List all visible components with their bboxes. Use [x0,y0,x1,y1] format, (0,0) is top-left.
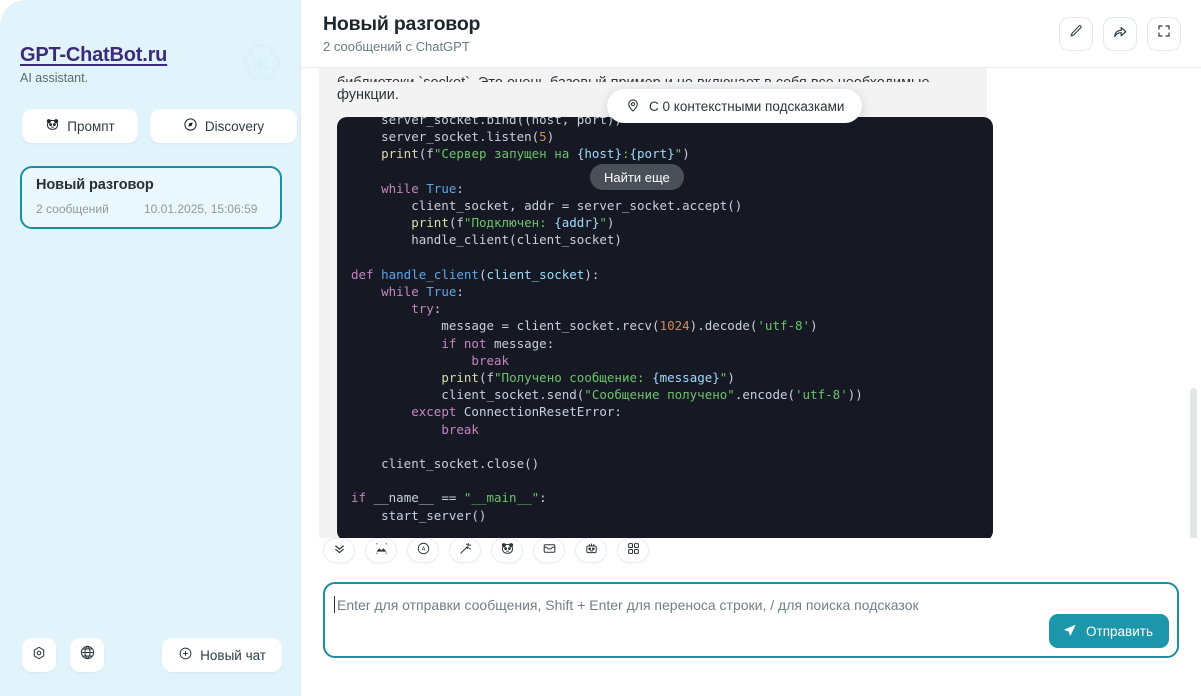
sidebar-item-prompt-label: Промпт [67,118,115,134]
find-more-tooltip[interactable]: Найти еще [590,164,684,190]
new-chat-button[interactable]: Новый чат [162,638,282,672]
robot-icon [584,541,599,561]
text-caret [334,596,335,613]
page-subtitle: 2 сообщений с ChatGPT [323,39,470,54]
prompt-button[interactable] [491,538,523,563]
apps-button[interactable] [617,538,649,563]
context-hints-pill[interactable]: С 0 контекстными подсказками [607,89,863,123]
fullscreen-button[interactable] [1147,16,1181,51]
message-truncated-line: библиотеки `socket`. Это очень базовый п… [337,70,969,82]
message-input-placeholder[interactable]: Enter для отправки сообщения, Shift + En… [337,597,919,613]
conversation-timestamp: 10.01.2025, 15:06:59 [144,202,258,216]
assistant-message: библиотеки `socket`. Это очень базовый п… [319,68,993,538]
message-input-wrapper[interactable]: Enter для отправки сообщения, Shift + En… [323,582,1179,658]
globe-icon [79,644,96,666]
sidebar: GPT-ChatBot.ru AI assistant. Промпт Disc… [0,0,301,696]
panda-face-icon [500,541,515,561]
main-panel: Новый разговор 2 сообщений с ChatGPT фун… [301,0,1201,696]
header: Новый разговор 2 сообщений с ChatGPT [301,0,1201,68]
header-actions [1059,16,1181,51]
magic-button[interactable] [449,538,481,563]
language-button[interactable] [70,638,104,672]
sidebar-item-discovery-label: Discovery [204,118,265,134]
message-line: функции. [337,87,399,103]
chevron-double-down-icon [332,541,347,561]
chat-scroll-area[interactable]: библиотеки `socket`. Это очень базовый п… [301,68,1201,538]
settings-button[interactable] [22,638,56,672]
send-button-label: Отправить [1086,623,1153,639]
edit-button[interactable] [1059,16,1093,51]
plus-circle-icon [178,646,193,664]
magic-wand-icon [458,541,473,561]
inbox-tray-icon [542,541,557,561]
page-title: Новый разговор [323,13,481,35]
expand-icon [1156,23,1172,44]
openai-logo-icon [236,40,286,90]
brand-title[interactable]: GPT-ChatBot.ru [20,44,167,67]
context-hints-label: С 0 контекстными подсказками [649,98,845,114]
inbox-button[interactable] [533,538,565,563]
translate-circle-icon: A [416,541,431,561]
context-pin-icon [625,97,641,116]
sidebar-item-prompt[interactable]: Промпт [22,109,138,143]
compass-icon [183,117,198,135]
chat-scrollbar[interactable] [1190,388,1197,538]
new-chat-label: Новый чат [200,647,266,663]
find-more-label: Найти еще [604,169,670,185]
scroll-down-button[interactable] [323,538,355,563]
brand-subtitle: AI assistant. [20,71,89,85]
sidebar-footer: Новый чат [22,638,282,672]
panda-face-icon [45,117,60,135]
svg-text:A: A [421,546,425,552]
share-arrow-icon [1112,23,1129,45]
sidebar-item-discovery[interactable]: Discovery [150,109,297,143]
header-texts: Новый разговор 2 сообщений с ChatGPT [323,13,1059,54]
app-root: GPT-ChatBot.ru AI assistant. Промпт Disc… [0,0,1201,696]
image-button[interactable] [365,538,397,563]
gear-hexagon-icon [31,645,47,666]
conversation-list-item[interactable]: Новый разговор 2 сообщений 10.01.2025, 1… [20,166,282,229]
share-button[interactable] [1103,16,1137,51]
conversation-title: Новый разговор [36,177,154,193]
send-paper-plane-icon [1062,622,1078,641]
pencil-icon [1068,23,1084,44]
sidebar-quick-actions: Промпт Discovery [22,109,297,143]
brand: GPT-ChatBot.ru AI assistant. [20,44,167,85]
composer-toolbar: A [323,538,649,563]
composer: A Enter для отправки сообщения, Shift + … [301,538,1201,696]
translate-button[interactable]: A [407,538,439,563]
grid-apps-icon [626,541,641,561]
conversation-message-count: 2 сообщений [36,202,109,216]
bot-button[interactable] [575,538,607,563]
image-crop-icon [374,541,389,561]
send-button[interactable]: Отправить [1049,614,1169,648]
conversation-meta: 2 сообщений 10.01.2025, 15:06:59 [36,202,266,216]
